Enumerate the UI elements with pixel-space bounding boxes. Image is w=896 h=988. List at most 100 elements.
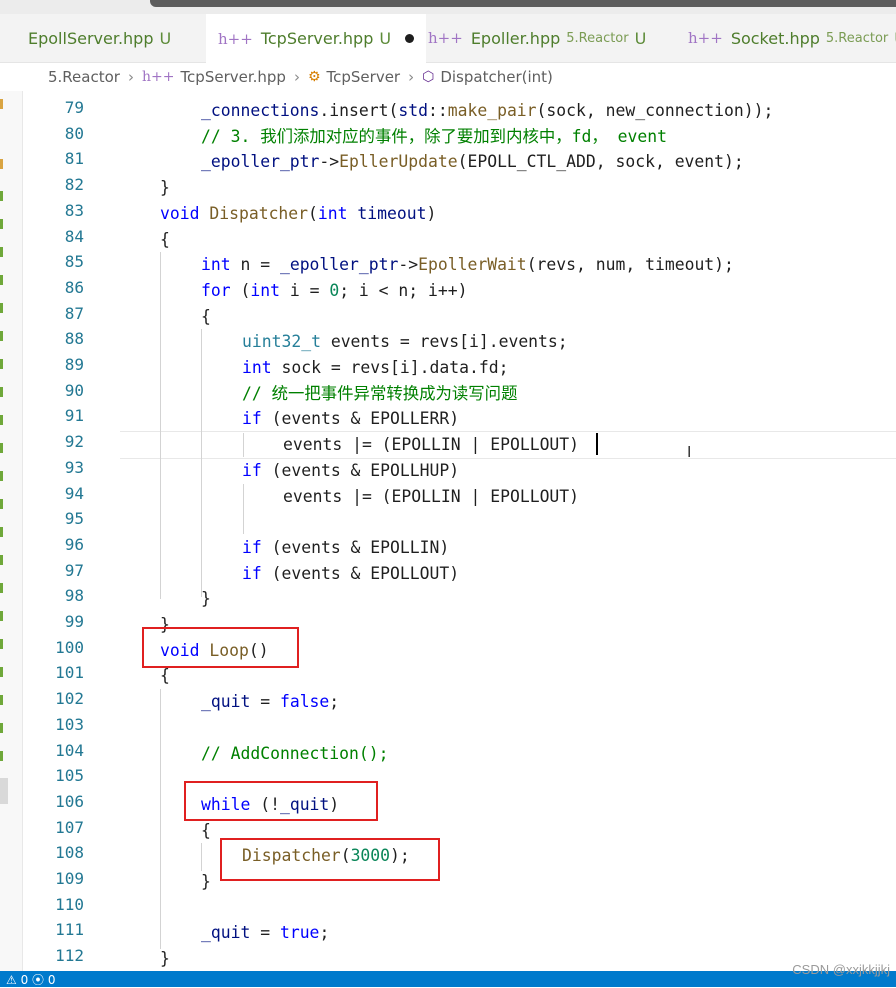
tab-epoller[interactable]: h++ Epoller.hpp 5.Reactor U <box>428 14 646 62</box>
code-line[interactable]: _epoller_ptr->EpllerUpdate(EPOLL_CTL_ADD… <box>201 149 744 175</box>
line-number: 91 <box>64 406 84 426</box>
code-line[interactable]: _quit = false; <box>201 689 339 715</box>
code-token: void <box>160 203 200 223</box>
code-token: ) <box>426 203 437 223</box>
line-number: 102 <box>55 689 84 709</box>
code-token: } <box>160 949 170 969</box>
line-number: 108 <box>55 843 84 863</box>
line-number: 82 <box>64 175 84 195</box>
window-titlebar <box>150 0 896 7</box>
code-token: events = revs[i].events; <box>320 332 568 352</box>
code-token: int <box>242 358 272 377</box>
code-token: i = <box>279 280 330 300</box>
breadcrumb-class[interactable]: TcpServer <box>327 68 401 86</box>
code-token: (revs, num, timeout); <box>526 255 734 275</box>
code-line[interactable]: // 统一把事件异常转换成为读写问题 <box>242 381 517 407</box>
code-line[interactable]: } <box>201 586 211 612</box>
line-number: 88 <box>64 329 84 349</box>
code-token: } <box>160 178 170 198</box>
tab-tcpserver[interactable]: h++ TcpServer.hpp U <box>206 14 427 63</box>
code-line[interactable]: { <box>201 818 211 844</box>
code-line[interactable]: for (int i = 0; i < n; i++) <box>201 278 467 304</box>
code-line[interactable]: } <box>160 946 170 972</box>
chevron-right-icon: › <box>293 68 300 86</box>
indent-guide <box>243 433 244 457</box>
breadcrumb-file[interactable]: TcpServer.hpp <box>180 68 286 86</box>
selected-file-indicator <box>0 778 8 804</box>
line-number: 112 <box>55 946 84 966</box>
unsaved-dot-icon[interactable] <box>405 34 415 43</box>
tab-status: U <box>379 29 392 48</box>
code-line[interactable]: int sock = revs[i].data.fd; <box>242 355 508 381</box>
code-token: events |= (EPOLLIN | EPOLLOUT) <box>283 486 580 506</box>
method-icon: ⬡ <box>422 69 435 85</box>
code-token: int <box>201 255 231 275</box>
git-decoration <box>0 499 3 509</box>
code-line[interactable]: if (events & EPOLLOUT) <box>242 561 459 587</box>
git-decoration <box>0 751 3 761</box>
problems-indicator[interactable]: ⚠ 0 ⦿ 0 <box>6 971 55 988</box>
code-line[interactable]: if (events & EPOLLIN) <box>242 535 449 561</box>
git-decoration <box>0 303 3 313</box>
code-token: _connections <box>201 101 320 120</box>
code-line[interactable]: { <box>201 304 211 330</box>
line-number: 98 <box>64 586 84 606</box>
line-number: 89 <box>64 355 84 374</box>
code-token: _quit <box>201 692 251 712</box>
class-icon: ⚙ <box>307 69 321 85</box>
git-decoration <box>0 247 3 257</box>
code-line[interactable]: events |= (EPOLLIN | EPOLLOUT) <box>283 432 579 458</box>
line-number: 97 <box>64 560 84 580</box>
code-token: uint32_t <box>242 332 321 352</box>
line-number: 105 <box>55 766 84 786</box>
code-line[interactable]: uint32_t events = revs[i].events; <box>242 329 568 355</box>
code-line[interactable]: { <box>160 227 170 253</box>
code-token: timeout <box>357 203 427 223</box>
line-number: 93 <box>64 457 84 477</box>
git-decoration <box>0 191 3 201</box>
code-token: int <box>317 203 348 223</box>
line-number: 84 <box>64 226 84 246</box>
breadcrumb-method[interactable]: Dispatcher(int) <box>440 68 553 86</box>
code-token: _epoller_ptr <box>201 152 320 172</box>
line-number: 107 <box>55 817 84 837</box>
line-number: 83 <box>64 200 84 220</box>
code-token: { <box>201 820 211 840</box>
code-token: :: <box>427 101 448 120</box>
code-line[interactable]: if (events & EPOLLERR) <box>242 406 459 432</box>
code-line[interactable]: int n = _epoller_ptr->EpollerWait(revs, … <box>201 252 734 278</box>
line-number: 101 <box>55 663 84 683</box>
tab-label: Socket.hpp <box>730 28 820 48</box>
code-line[interactable]: void Dispatcher(int timeout) <box>160 201 436 227</box>
indent-guide <box>201 843 202 871</box>
line-number: 106 <box>55 791 84 811</box>
code-token: // 3. 我们添加对应的事件，除了要加到内核中，fd， event <box>201 126 667 146</box>
code-token: (sock, new_connection)); <box>536 101 774 120</box>
git-decoration <box>0 723 3 733</box>
code-line[interactable]: } <box>160 175 170 201</box>
indent-guide <box>160 252 161 599</box>
code-line[interactable]: // AddConnection(); <box>201 741 389 767</box>
chevron-right-icon: › <box>127 68 134 86</box>
cpp-header-icon: h++ <box>428 29 463 47</box>
tab-epollserver[interactable]: EpollServer.hpp U <box>28 14 171 62</box>
tab-socket[interactable]: h++ Socket.hpp 5.Reactor U <box>688 14 896 62</box>
code-token: } <box>201 872 211 891</box>
code-token: true <box>279 923 320 943</box>
breadcrumb-folder[interactable]: 5.Reactor <box>48 68 120 86</box>
code-token: events |= (EPOLLIN | EPOLLOUT) <box>283 435 580 455</box>
git-decoration <box>0 667 3 677</box>
line-number: 92 <box>64 432 84 452</box>
code-line[interactable]: _quit = true; <box>201 920 329 946</box>
code-line[interactable]: if (events & EPOLLHUP) <box>242 458 459 484</box>
code-line[interactable]: } <box>201 869 211 895</box>
code-line[interactable]: _connections.insert(std::make_pair(sock,… <box>201 98 773 124</box>
line-number: 111 <box>55 920 84 940</box>
line-number: 94 <box>64 483 84 503</box>
tab-dir: 5.Reactor <box>825 30 889 46</box>
code-line[interactable]: events |= (EPOLLIN | EPOLLOUT) <box>283 484 579 510</box>
line-number: 80 <box>64 123 84 143</box>
code-line[interactable]: // 3. 我们添加对应的事件，除了要加到内核中，fd， event <box>201 124 667 150</box>
git-decoration <box>0 611 3 621</box>
